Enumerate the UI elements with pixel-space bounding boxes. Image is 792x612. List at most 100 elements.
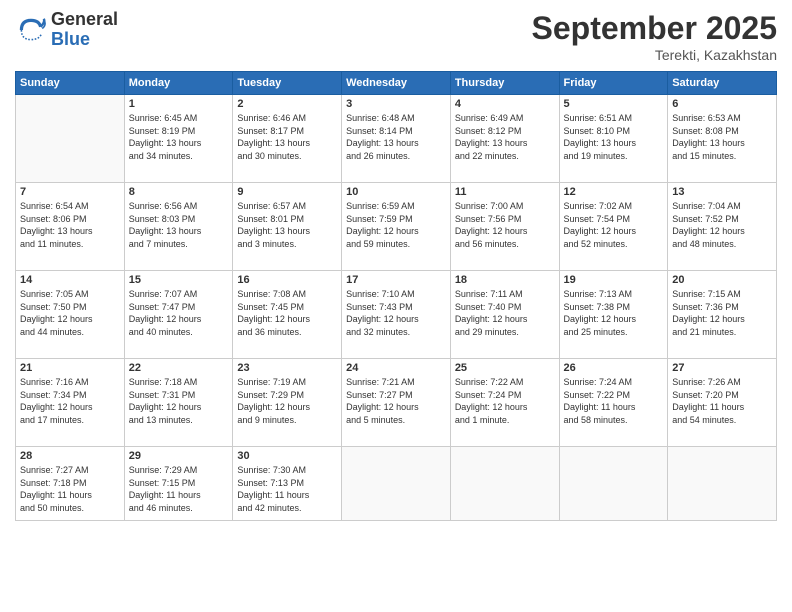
day-number: 14 (20, 274, 120, 286)
header-saturday: Saturday (668, 72, 777, 95)
logo-general: General (51, 10, 118, 30)
week-row-2: 7 Sunrise: 6:54 AM Sunset: 8:06 PM Daylig… (16, 183, 777, 271)
day-cell (668, 447, 777, 521)
day-number: 2 (237, 98, 337, 110)
day-cell: 26 Sunrise: 7:24 AM Sunset: 7:22 PM Dayli… (559, 359, 668, 447)
day-number: 19 (564, 274, 664, 286)
day-info: Sunrise: 6:45 AM Sunset: 8:19 PM Dayligh… (129, 112, 229, 162)
day-number: 17 (346, 274, 446, 286)
header-monday: Monday (124, 72, 233, 95)
day-info: Sunrise: 7:19 AM Sunset: 7:29 PM Dayligh… (237, 376, 337, 426)
day-info: Sunrise: 7:26 AM Sunset: 7:20 PM Dayligh… (672, 376, 772, 426)
day-cell: 3 Sunrise: 6:48 AM Sunset: 8:14 PM Daylig… (342, 95, 451, 183)
day-number: 25 (455, 362, 555, 374)
day-number: 16 (237, 274, 337, 286)
header-thursday: Thursday (450, 72, 559, 95)
day-info: Sunrise: 7:16 AM Sunset: 7:34 PM Dayligh… (20, 376, 120, 426)
title-month: September 2025 (532, 10, 777, 47)
day-info: Sunrise: 6:53 AM Sunset: 8:08 PM Dayligh… (672, 112, 772, 162)
day-number: 7 (20, 186, 120, 198)
day-info: Sunrise: 6:56 AM Sunset: 8:03 PM Dayligh… (129, 200, 229, 250)
logo: General Blue (15, 10, 118, 50)
day-cell: 10Sunrise: 6:59 AM Sunset: 7:59 PM Dayli… (342, 183, 451, 271)
day-number: 12 (564, 186, 664, 198)
day-number: 20 (672, 274, 772, 286)
header-wednesday: Wednesday (342, 72, 451, 95)
day-cell: 13Sunrise: 7:04 AM Sunset: 7:52 PM Dayli… (668, 183, 777, 271)
day-info: Sunrise: 6:48 AM Sunset: 8:14 PM Dayligh… (346, 112, 446, 162)
day-number: 26 (564, 362, 664, 374)
day-cell: 20 Sunrise: 7:15 AM Sunset: 7:36 PM Dayli… (668, 271, 777, 359)
day-number: 10 (346, 186, 446, 198)
week-row-4: 21Sunrise: 7:16 AM Sunset: 7:34 PM Dayli… (16, 359, 777, 447)
day-cell: 9 Sunrise: 6:57 AM Sunset: 8:01 PM Daylig… (233, 183, 342, 271)
day-cell: 6 Sunrise: 6:53 AM Sunset: 8:08 PM Daylig… (668, 95, 777, 183)
day-cell: 25Sunrise: 7:22 AM Sunset: 7:24 PM Dayli… (450, 359, 559, 447)
day-cell: 4Sunrise: 6:49 AM Sunset: 8:12 PM Daylig… (450, 95, 559, 183)
day-cell: 19Sunrise: 7:13 AM Sunset: 7:38 PM Dayli… (559, 271, 668, 359)
day-cell: 27 Sunrise: 7:26 AM Sunset: 7:20 PM Dayli… (668, 359, 777, 447)
day-cell: 17 Sunrise: 7:10 AM Sunset: 7:43 PM Dayli… (342, 271, 451, 359)
day-number: 8 (129, 186, 229, 198)
day-info: Sunrise: 7:10 AM Sunset: 7:43 PM Dayligh… (346, 288, 446, 338)
day-cell: 18 Sunrise: 7:11 AM Sunset: 7:40 PM Dayli… (450, 271, 559, 359)
calendar-header-row: Sunday Monday Tuesday Wednesday Thursday… (16, 72, 777, 95)
title-location: Terekti, Kazakhstan (532, 47, 777, 63)
header-friday: Friday (559, 72, 668, 95)
day-cell: 7 Sunrise: 6:54 AM Sunset: 8:06 PM Daylig… (16, 183, 125, 271)
day-cell: 5Sunrise: 6:51 AM Sunset: 8:10 PM Daylig… (559, 95, 668, 183)
day-cell: 1 Sunrise: 6:45 AM Sunset: 8:19 PM Daylig… (124, 95, 233, 183)
day-info: Sunrise: 7:27 AM Sunset: 7:18 PM Dayligh… (20, 464, 120, 514)
day-cell: 24 Sunrise: 7:21 AM Sunset: 7:27 PM Dayli… (342, 359, 451, 447)
day-number: 15 (129, 274, 229, 286)
calendar-table: Sunday Monday Tuesday Wednesday Thursday… (15, 71, 777, 521)
day-info: Sunrise: 7:11 AM Sunset: 7:40 PM Dayligh… (455, 288, 555, 338)
day-info: Sunrise: 7:24 AM Sunset: 7:22 PM Dayligh… (564, 376, 664, 426)
day-info: Sunrise: 7:30 AM Sunset: 7:13 PM Dayligh… (237, 464, 337, 514)
day-info: Sunrise: 7:00 AM Sunset: 7:56 PM Dayligh… (455, 200, 555, 250)
day-cell: 21Sunrise: 7:16 AM Sunset: 7:34 PM Dayli… (16, 359, 125, 447)
day-cell: 11 Sunrise: 7:00 AM Sunset: 7:56 PM Dayli… (450, 183, 559, 271)
day-info: Sunrise: 6:46 AM Sunset: 8:17 PM Dayligh… (237, 112, 337, 162)
logo-blue: Blue (51, 30, 118, 50)
day-info: Sunrise: 6:49 AM Sunset: 8:12 PM Dayligh… (455, 112, 555, 162)
day-cell: 30Sunrise: 7:30 AM Sunset: 7:13 PM Dayli… (233, 447, 342, 521)
day-info: Sunrise: 7:05 AM Sunset: 7:50 PM Dayligh… (20, 288, 120, 338)
day-number: 18 (455, 274, 555, 286)
day-number: 27 (672, 362, 772, 374)
day-info: Sunrise: 7:08 AM Sunset: 7:45 PM Dayligh… (237, 288, 337, 338)
day-number: 23 (237, 362, 337, 374)
header-sunday: Sunday (16, 72, 125, 95)
day-number: 1 (129, 98, 229, 110)
day-cell: 8 Sunrise: 6:56 AM Sunset: 8:03 PM Daylig… (124, 183, 233, 271)
day-number: 6 (672, 98, 772, 110)
day-cell (342, 447, 451, 521)
day-info: Sunrise: 6:54 AM Sunset: 8:06 PM Dayligh… (20, 200, 120, 250)
day-info: Sunrise: 7:02 AM Sunset: 7:54 PM Dayligh… (564, 200, 664, 250)
day-info: Sunrise: 7:15 AM Sunset: 7:36 PM Dayligh… (672, 288, 772, 338)
day-cell: 16 Sunrise: 7:08 AM Sunset: 7:45 PM Dayli… (233, 271, 342, 359)
day-cell: 12 Sunrise: 7:02 AM Sunset: 7:54 PM Dayli… (559, 183, 668, 271)
day-number: 24 (346, 362, 446, 374)
day-number: 3 (346, 98, 446, 110)
day-info: Sunrise: 7:04 AM Sunset: 7:52 PM Dayligh… (672, 200, 772, 250)
day-cell: 22 Sunrise: 7:18 AM Sunset: 7:31 PM Dayli… (124, 359, 233, 447)
page-header: General Blue September 2025 Terekti, Kaz… (15, 10, 777, 63)
day-cell: 28 Sunrise: 7:27 AM Sunset: 7:18 PM Dayli… (16, 447, 125, 521)
day-number: 29 (129, 450, 229, 462)
day-info: Sunrise: 7:07 AM Sunset: 7:47 PM Dayligh… (129, 288, 229, 338)
day-cell (16, 95, 125, 183)
day-info: Sunrise: 6:57 AM Sunset: 8:01 PM Dayligh… (237, 200, 337, 250)
day-number: 22 (129, 362, 229, 374)
day-cell: 15 Sunrise: 7:07 AM Sunset: 7:47 PM Dayli… (124, 271, 233, 359)
day-cell: 2 Sunrise: 6:46 AM Sunset: 8:17 PM Daylig… (233, 95, 342, 183)
day-info: Sunrise: 7:21 AM Sunset: 7:27 PM Dayligh… (346, 376, 446, 426)
day-cell (450, 447, 559, 521)
day-cell: 29Sunrise: 7:29 AM Sunset: 7:15 PM Dayli… (124, 447, 233, 521)
day-info: Sunrise: 7:18 AM Sunset: 7:31 PM Dayligh… (129, 376, 229, 426)
day-number: 28 (20, 450, 120, 462)
day-number: 11 (455, 186, 555, 198)
day-number: 9 (237, 186, 337, 198)
logo-icon (15, 14, 47, 46)
title-block: September 2025 Terekti, Kazakhstan (532, 10, 777, 63)
